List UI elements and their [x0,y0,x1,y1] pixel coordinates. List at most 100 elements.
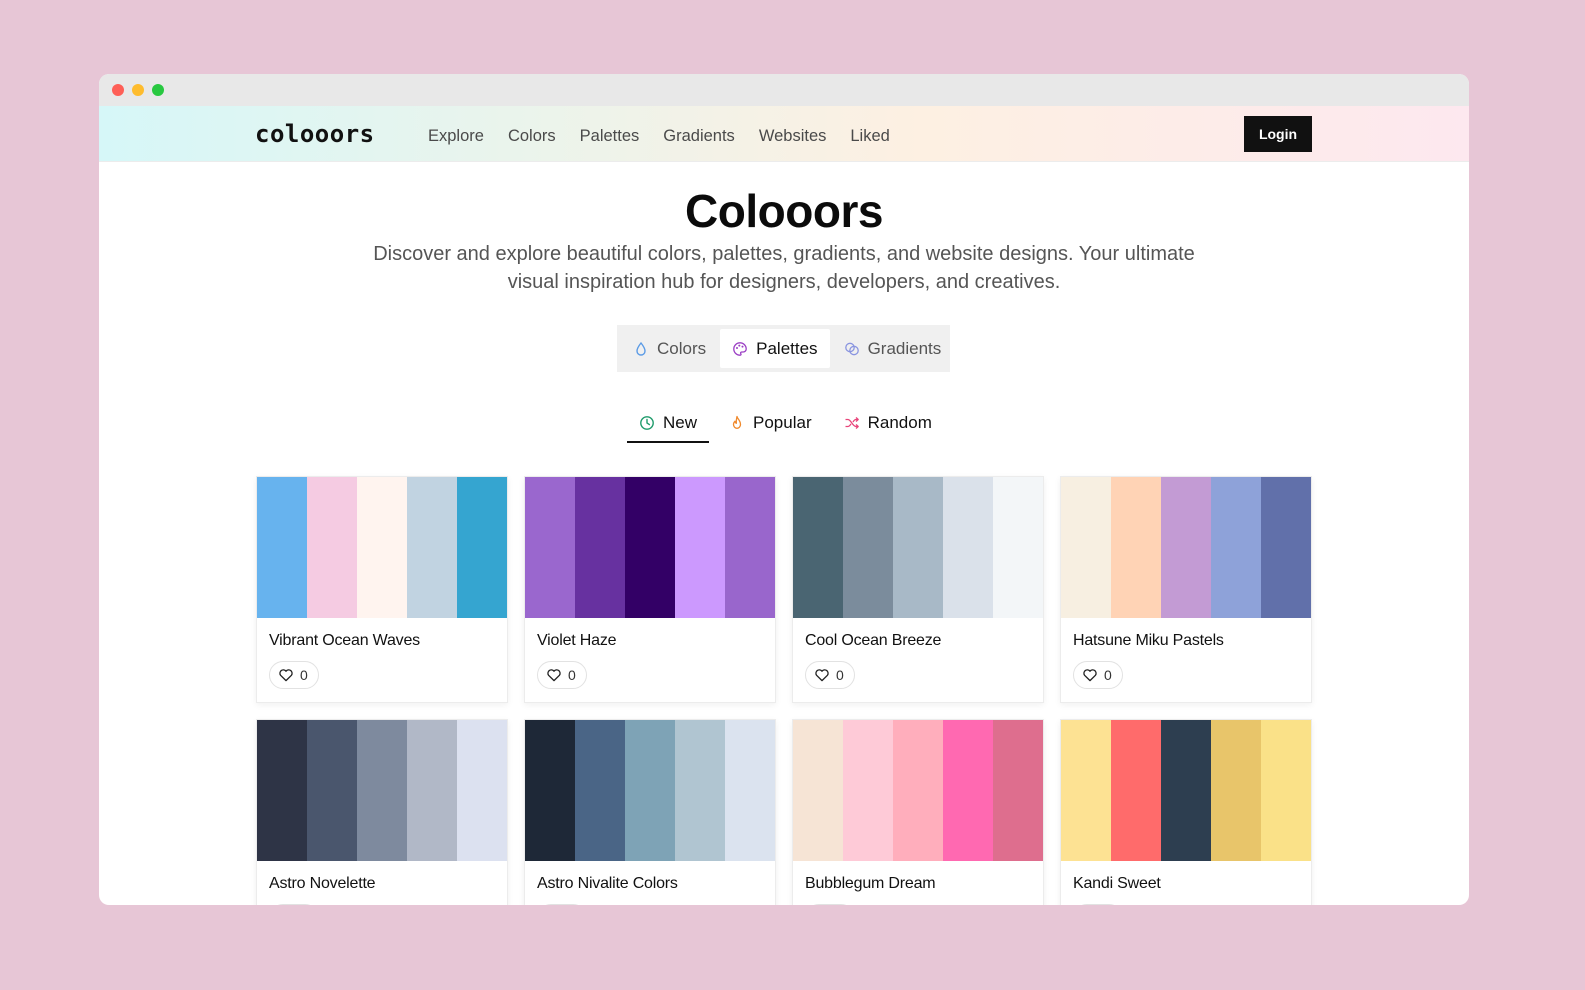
color-swatch[interactable] [625,720,675,861]
color-swatch[interactable] [1261,720,1311,861]
window-titlebar [99,74,1469,106]
palette-card[interactable]: Cool Ocean Breeze 0 [792,476,1044,703]
color-swatch[interactable] [1061,477,1111,618]
color-swatch[interactable] [457,720,507,861]
color-swatch[interactable] [525,477,575,618]
page-title: Colooors [685,185,883,237]
color-swatch[interactable] [1111,720,1161,861]
maximize-window-button[interactable] [152,84,164,96]
sort-tab-random-label: Random [867,412,932,432]
flame-icon [732,415,742,429]
tab-colors-label: Colors [657,338,707,358]
color-swatch[interactable] [725,477,775,618]
like-button[interactable]: 0 [805,661,855,689]
color-swatch[interactable] [257,477,307,618]
color-swatch[interactable] [1211,720,1261,861]
gradient-circles-icon [844,342,859,355]
color-swatch[interactable] [993,720,1043,861]
palette-name[interactable]: Astro Nivalite Colors [537,875,763,893]
color-swatch[interactable] [943,720,993,861]
tab-gradients[interactable]: Gradients [832,329,954,368]
like-count: 0 [568,667,576,683]
browser-window: colooors Explore Colors Palettes Gradien… [99,74,1469,905]
color-swatch[interactable] [625,477,675,618]
color-swatch[interactable] [407,477,457,618]
color-swatch[interactable] [457,477,507,618]
sort-tab-new-label: New [663,412,698,432]
color-swatch[interactable] [1211,477,1261,618]
color-swatch[interactable] [893,477,943,618]
color-swatch[interactable] [675,720,725,861]
tab-palettes[interactable]: Palettes [720,329,830,368]
sort-tab-random[interactable]: Random [832,404,944,443]
color-swatch[interactable] [575,720,625,861]
color-swatch[interactable] [675,477,725,618]
like-button[interactable]: 0 [269,904,319,905]
color-swatch[interactable] [1111,477,1161,618]
palette-name[interactable]: Kandi Sweet [1073,875,1299,893]
like-button[interactable]: 0 [1073,904,1123,905]
sort-tab-popular-label: Popular [753,412,812,432]
color-swatch[interactable] [575,477,625,618]
nav-link-liked[interactable]: Liked [850,127,889,146]
color-swatch[interactable] [1061,720,1111,861]
color-swatch[interactable] [257,720,307,861]
color-swatch[interactable] [1261,477,1311,618]
color-swatch[interactable] [357,477,407,618]
nav-links: Explore Colors Palettes Gradients Websit… [428,127,890,146]
palette-swatches [525,720,775,861]
sort-tab-new[interactable]: New [627,404,710,443]
nav-link-explore[interactable]: Explore [428,127,484,146]
color-swatch[interactable] [843,720,893,861]
tab-colors[interactable]: Colors [621,329,718,368]
color-swatch[interactable] [893,720,943,861]
minimize-window-button[interactable] [132,84,144,96]
color-swatch[interactable] [525,720,575,861]
like-button[interactable]: 0 [269,661,319,689]
like-button[interactable]: 0 [1073,661,1123,689]
palette-swatches [1061,720,1311,861]
color-swatch[interactable] [1161,720,1211,861]
color-swatch[interactable] [1161,477,1211,618]
palette-card[interactable]: Astro Novelette 0 [256,719,508,905]
like-count: 0 [836,667,844,683]
like-button[interactable]: 0 [805,904,855,905]
palette-card[interactable]: Kandi Sweet 0 [1060,719,1312,905]
color-swatch[interactable] [725,720,775,861]
like-button[interactable]: 0 [537,661,587,689]
palette-card[interactable]: Violet Haze 0 [524,476,776,703]
nav-link-gradients[interactable]: Gradients [663,127,735,146]
close-window-button[interactable] [112,84,124,96]
top-navbar: colooors Explore Colors Palettes Gradien… [99,106,1469,162]
palette-name[interactable]: Cool Ocean Breeze [805,632,1031,650]
palette-card[interactable]: Hatsune Miku Pastels 0 [1060,476,1312,703]
nav-link-colors[interactable]: Colors [508,127,556,146]
tab-palettes-label: Palettes [756,338,818,358]
like-count: 0 [300,667,308,683]
color-swatch[interactable] [357,720,407,861]
palette-card[interactable]: Vibrant Ocean Waves 0 [256,476,508,703]
nav-link-palettes[interactable]: Palettes [580,127,640,146]
palette-swatches [793,720,1043,861]
palette-name[interactable]: Hatsune Miku Pastels [1073,632,1299,650]
color-swatch[interactable] [307,477,357,618]
palette-card[interactable]: Bubblegum Dream 0 [792,719,1044,905]
color-swatch[interactable] [943,477,993,618]
color-swatch[interactable] [793,477,843,618]
nav-link-websites[interactable]: Websites [759,127,827,146]
sort-tab-popular[interactable]: Popular [717,404,824,443]
color-swatch[interactable] [307,720,357,861]
palette-name[interactable]: Vibrant Ocean Waves [269,632,495,650]
color-swatch[interactable] [793,720,843,861]
palette-name[interactable]: Violet Haze [537,632,763,650]
color-swatch[interactable] [407,720,457,861]
palette-card[interactable]: Astro Nivalite Colors 0 [524,719,776,905]
color-swatch[interactable] [993,477,1043,618]
palette-name[interactable]: Astro Novelette [269,875,495,893]
palette-swatches [257,720,507,861]
color-swatch[interactable] [843,477,893,618]
login-button[interactable]: Login [1244,116,1312,152]
like-button[interactable]: 0 [537,904,587,905]
palette-name[interactable]: Bubblegum Dream [805,875,1031,893]
site-logo[interactable]: colooors [255,120,375,148]
